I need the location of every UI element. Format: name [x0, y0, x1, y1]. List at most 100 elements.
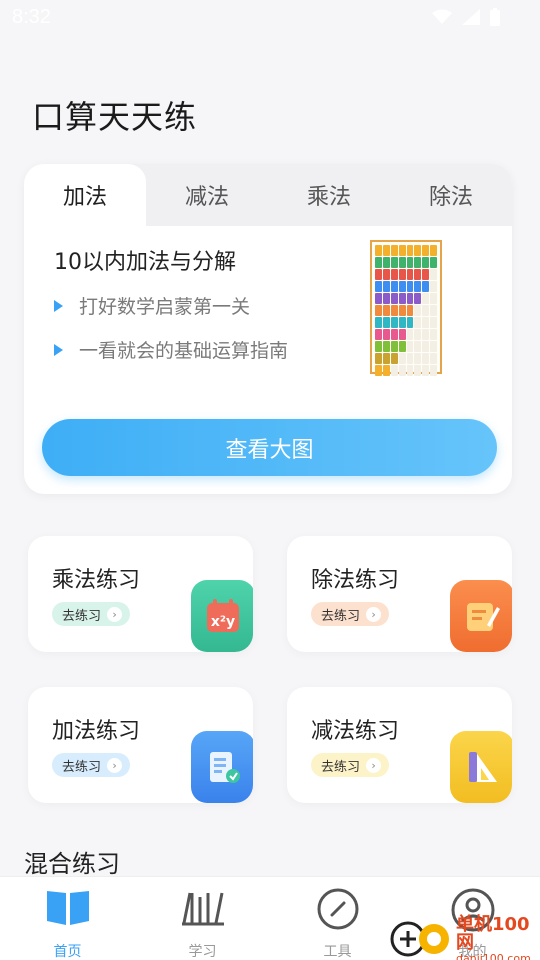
- thumbnail-cell: [382, 245, 390, 256]
- thumbnail-cell: [406, 257, 414, 268]
- thumbnail-cell: [430, 293, 437, 304]
- thumbnail-cell: [422, 305, 430, 316]
- thumbnail-cell: [382, 365, 390, 376]
- thumbnail-cell: [414, 293, 422, 304]
- nav-label: 学习: [188, 944, 217, 960]
- signal-icon: [462, 9, 480, 29]
- operation-card: 加法 减法 乘法 除法 10以内加法与分解 打好数学启蒙第一关 一看就会的基础运…: [24, 164, 512, 494]
- thumbnail-cell: [398, 281, 406, 292]
- thumbnail-cell: [390, 305, 398, 316]
- thumbnail-cell: [406, 281, 414, 292]
- bullet-text: 一看就会的基础运算指南: [79, 340, 289, 362]
- thumbnail-cell: [430, 317, 437, 328]
- thumbnail-cell: [422, 317, 430, 328]
- thumbnail-cell: [398, 257, 406, 268]
- battery-icon: [490, 8, 500, 30]
- thumbnail-cell: [406, 353, 414, 364]
- go-practice-label: 去练习: [321, 759, 361, 775]
- thumbnail-cell: [430, 353, 437, 364]
- thumbnail-cell: [414, 329, 422, 340]
- practice-title: 加法练习: [52, 719, 141, 744]
- watermark-text: 单机100网 danji100.com: [456, 916, 540, 960]
- nav-item-home[interactable]: 首页: [0, 877, 135, 960]
- thumbnail-cell: [390, 281, 398, 292]
- addition-table-thumbnail[interactable]: [370, 240, 442, 376]
- feature-bullet: 一看就会的基础运算指南: [54, 336, 288, 363]
- thumbnail-cell: [375, 353, 382, 364]
- practice-card-multiplication[interactable]: 乘法练习 去练习 › x²y: [28, 536, 253, 652]
- practice-card-subtraction[interactable]: 减法练习 去练习 ›: [287, 687, 512, 803]
- practice-card-addition[interactable]: 加法练习 去练习 ›: [28, 687, 253, 803]
- thumbnail-cell: [382, 305, 390, 316]
- tab-multiplication[interactable]: 乘法: [268, 164, 390, 226]
- thumbnail-cell: [382, 353, 390, 364]
- chevron-right-icon: ›: [107, 757, 123, 773]
- thumbnail-cell: [375, 317, 382, 328]
- calendar-xy-icon: x²y: [191, 580, 253, 652]
- thumbnail-cell: [422, 353, 430, 364]
- wifi-icon: [432, 9, 452, 29]
- thumbnail-cell: [406, 293, 414, 304]
- tab-row: 加法 减法 乘法 除法: [24, 164, 512, 226]
- page-title: 口算天天练: [32, 98, 198, 136]
- thumbnail-cell: [406, 245, 414, 256]
- thumbnail-cell: [414, 305, 422, 316]
- thumbnail-cell: [414, 365, 422, 376]
- svg-text:x²y: x²y: [211, 614, 235, 630]
- nav-item-tools[interactable]: 工具: [270, 877, 405, 960]
- thumbnail-cell: [414, 353, 422, 364]
- thumbnail-cell: [382, 257, 390, 268]
- document-check-icon: [191, 731, 253, 803]
- tab-division[interactable]: 除法: [390, 164, 512, 226]
- thumbnail-cell: [382, 293, 390, 304]
- thumbnail-cell: [414, 317, 422, 328]
- nav-label: 首页: [53, 944, 82, 960]
- note-pencil-icon: [450, 580, 512, 652]
- practice-title: 除法练习: [311, 568, 400, 593]
- thumbnail-cell: [414, 257, 422, 268]
- status-bar: 8:32: [0, 0, 540, 36]
- watermark: 单机100网 danji100.com: [390, 916, 540, 960]
- thumbnail-cell: [390, 269, 398, 280]
- nav-item-study[interactable]: 学习: [135, 877, 270, 960]
- thumbnail-cell: [375, 365, 382, 376]
- tab-addition[interactable]: 加法: [24, 164, 146, 226]
- go-practice-button[interactable]: 去练习 ›: [311, 753, 390, 777]
- go-practice-label: 去练习: [62, 608, 102, 624]
- go-practice-button[interactable]: 去练习 ›: [52, 602, 131, 626]
- thumbnail-cell: [390, 329, 398, 340]
- thumbnail-cell: [430, 365, 437, 376]
- status-icons: [432, 8, 500, 30]
- thumbnail-cell: [398, 341, 406, 352]
- thumbnail-cell: [390, 353, 398, 364]
- section-title-mixed: 混合练习: [24, 850, 120, 878]
- thumbnail-cell: [430, 329, 437, 340]
- thumbnail-cell: [422, 281, 430, 292]
- thumbnail-cell: [390, 293, 398, 304]
- thumbnail-cell: [422, 329, 430, 340]
- triangle-bullet-icon: [54, 343, 63, 356]
- tab-subtraction[interactable]: 减法: [146, 164, 268, 226]
- thumbnail-cell: [382, 269, 390, 280]
- thumbnail-cell: [382, 329, 390, 340]
- thumbnail-cell: [375, 281, 382, 292]
- thumbnail-cell: [422, 365, 430, 376]
- thumbnail-cell: [390, 317, 398, 328]
- thumbnail-cell: [406, 329, 414, 340]
- practice-title: 减法练习: [311, 719, 400, 744]
- thumbnail-cell: [382, 317, 390, 328]
- thumbnail-cell: [430, 257, 437, 268]
- thumbnail-cell: [422, 269, 430, 280]
- watermark-logo-icon: [390, 919, 452, 960]
- view-large-image-button[interactable]: 查看大图: [42, 419, 497, 476]
- thumbnail-cell: [375, 293, 382, 304]
- thumbnail-cell: [398, 353, 406, 364]
- thumbnail-cell: [390, 245, 398, 256]
- thumbnail-cell: [398, 365, 406, 376]
- thumbnail-cell: [414, 245, 422, 256]
- go-practice-label: 去练习: [321, 608, 361, 624]
- go-practice-button[interactable]: 去练习 ›: [311, 602, 390, 626]
- practice-card-division[interactable]: 除法练习 去练习 ›: [287, 536, 512, 652]
- thumbnail-cell: [414, 341, 422, 352]
- go-practice-button[interactable]: 去练习 ›: [52, 753, 131, 777]
